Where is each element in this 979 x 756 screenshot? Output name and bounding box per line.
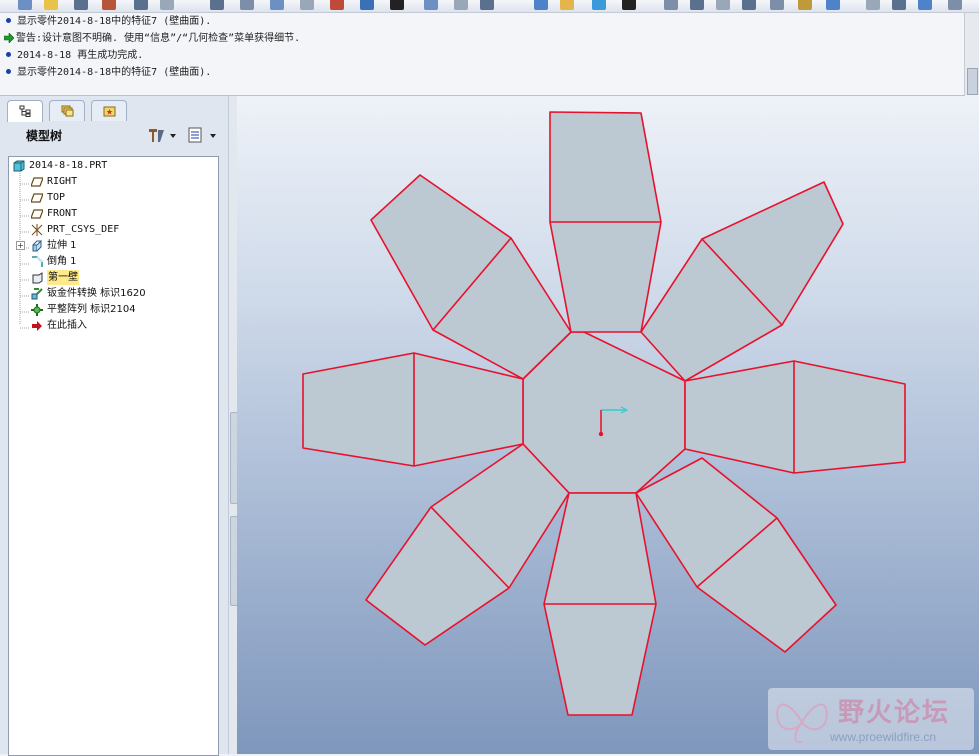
- toolbar-button[interactable]: [622, 0, 636, 10]
- insert-here-icon: [32, 321, 42, 331]
- toolbar-button[interactable]: [424, 0, 438, 10]
- model-tree-icon: [19, 105, 31, 117]
- favorites-tab[interactable]: [91, 100, 127, 121]
- toolbar-button[interactable]: [240, 0, 254, 10]
- toolbar-button[interactable]: [826, 0, 840, 10]
- scrollbar-thumb[interactable]: [967, 68, 978, 95]
- toolbar-button[interactable]: [480, 0, 494, 10]
- watermark-url: www.proewildfire.cn: [830, 730, 937, 744]
- navigator-panel: 模型树 2014-8-18.PRT RIGHT TOP FRONT PRT_CS…: [0, 96, 236, 756]
- toolbar-button[interactable]: [134, 0, 148, 10]
- toolbar-button[interactable]: [330, 0, 344, 10]
- tree-header: 模型树: [0, 121, 222, 147]
- toolbar-button[interactable]: [360, 0, 374, 10]
- tree-tools-button[interactable]: [146, 126, 178, 144]
- flange-left: [302, 352, 524, 467]
- layers-tab[interactable]: [49, 100, 85, 121]
- flat-pattern-model: [302, 111, 906, 716]
- toolbar-button[interactable]: [560, 0, 574, 10]
- part-icon: [13, 160, 25, 172]
- graphics-window[interactable]: [237, 96, 979, 754]
- toolbar-button[interactable]: [44, 0, 58, 10]
- toolbar-button[interactable]: [270, 0, 284, 10]
- toolbar-button[interactable]: [592, 0, 606, 10]
- toolbar-button[interactable]: [948, 0, 962, 10]
- toolbar-button[interactable]: [866, 0, 880, 10]
- toolbar-button[interactable]: [300, 0, 314, 10]
- message-line: 显示零件2014-8-18中的特征7 (壁曲面).: [4, 65, 211, 81]
- main-toolbar: [0, 0, 979, 13]
- csys-icon: [31, 224, 43, 236]
- show-settings-button[interactable]: [186, 126, 218, 144]
- toolbar-button[interactable]: [664, 0, 678, 10]
- extrude-icon: [32, 240, 42, 252]
- toolbar-button[interactable]: [892, 0, 906, 10]
- toolbar-button[interactable]: [102, 0, 116, 10]
- chamfer-icon: [32, 256, 43, 267]
- toolbar-button[interactable]: [390, 0, 404, 10]
- info-bullet-icon: [6, 69, 11, 74]
- flange-top-left: [370, 174, 572, 380]
- toolbar-button[interactable]: [770, 0, 784, 10]
- watermark-title: 野火论坛: [838, 698, 951, 728]
- first-wall-icon: [32, 272, 43, 284]
- message-line: 警告:设计意图不明确. 使用“信息”/“几何检查”菜单获得细节.: [4, 31, 300, 47]
- datum-plane-icon: [31, 209, 43, 219]
- message-line: 显示零件2014-8-18中的特征7 (壁曲面).: [4, 14, 211, 30]
- sheetmetal-convert-icon: [31, 288, 43, 300]
- toolbar-button[interactable]: [716, 0, 730, 10]
- toolbar-button[interactable]: [74, 0, 88, 10]
- panel-splitter[interactable]: [228, 96, 238, 754]
- flange-right: [684, 360, 906, 474]
- folder-stack-icon: [61, 105, 74, 117]
- flat-pattern-icon: [31, 304, 43, 316]
- datum-plane-icon: [31, 177, 43, 187]
- message-scrollbar[interactable]: [964, 13, 979, 95]
- expand-toggle[interactable]: +: [16, 241, 25, 250]
- model-tree: 2014-8-18.PRT RIGHT TOP FRONT PRT_CSYS_D…: [8, 156, 219, 756]
- message-area: 显示零件2014-8-18中的特征7 (壁曲面). 警告:设计意图不明确. 使用…: [0, 13, 965, 96]
- toolbar-button[interactable]: [918, 0, 932, 10]
- panel-title: 模型树: [26, 129, 63, 143]
- toolbar-button[interactable]: [454, 0, 468, 10]
- info-bullet-icon: [6, 18, 11, 23]
- toolbar-button[interactable]: [690, 0, 704, 10]
- model-tree-tab[interactable]: [7, 100, 43, 122]
- datum-plane-icon: [31, 193, 43, 203]
- toolbar-button[interactable]: [798, 0, 812, 10]
- butterfly-logo-icon: [776, 703, 828, 744]
- toolbar-button[interactable]: [160, 0, 174, 10]
- toolbar-button[interactable]: [18, 0, 32, 10]
- flange-bottom-right: [635, 457, 837, 653]
- toolbar-button[interactable]: [742, 0, 756, 10]
- info-bullet-icon: [6, 52, 11, 57]
- forum-watermark: 野火论坛 www.proewildfire.cn: [768, 688, 974, 750]
- toolbar-button[interactable]: [210, 0, 224, 10]
- message-line: 2014-8-18 再生成功完成.: [4, 48, 143, 64]
- favorites-folder-icon: [103, 106, 116, 117]
- warning-arrow-icon: [4, 33, 14, 43]
- toolbar-button[interactable]: [534, 0, 548, 10]
